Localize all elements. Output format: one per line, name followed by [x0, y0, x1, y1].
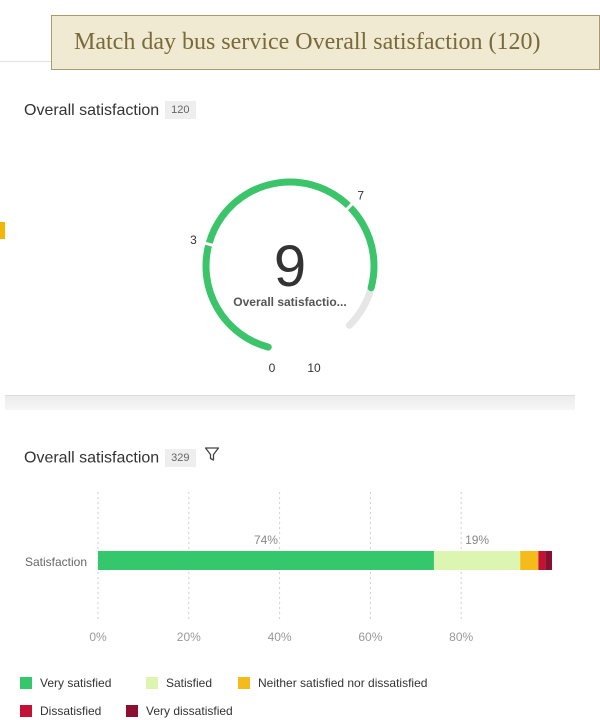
legend-swatch	[146, 677, 158, 689]
x-tick-label: 0%	[89, 630, 107, 644]
bar-segment[interactable]	[545, 551, 552, 570]
gauge-tick-label: 3	[190, 233, 197, 247]
report-title-banner: Match day bus service Overall satisfacti…	[51, 15, 600, 70]
bar-segment[interactable]	[433, 551, 521, 570]
response-count-badge: 120	[165, 101, 196, 119]
gauge-tick-label: 7	[357, 188, 364, 202]
legend-item[interactable]: Neither satisfied nor dissatisfied	[238, 676, 427, 690]
legend-swatch	[126, 705, 138, 717]
legend-label: Very dissatisfied	[146, 704, 233, 718]
bar-segment[interactable]	[538, 551, 546, 570]
gauge-tick-label: 0	[269, 361, 276, 375]
legend-label: Satisfied	[166, 676, 213, 690]
bar-segment[interactable]	[98, 551, 434, 570]
x-tick-label: 20%	[177, 630, 201, 644]
section-divider	[5, 395, 575, 410]
legend-swatch	[20, 705, 32, 717]
data-label: 19%	[465, 533, 489, 547]
filter-icon[interactable]	[204, 446, 220, 467]
x-tick-label: 80%	[449, 630, 473, 644]
gauge-tick-label: 10	[307, 361, 321, 375]
legend-item[interactable]: Dissatisfied	[20, 704, 101, 718]
banner-title: Match day bus service Overall satisfacti…	[74, 29, 541, 55]
x-tick-label: 40%	[268, 630, 292, 644]
legend-label: Neither satisfied nor dissatisfied	[258, 676, 428, 690]
gauge-track	[345, 284, 375, 329]
divider	[0, 61, 51, 62]
gauge-value: 9	[274, 234, 306, 299]
gauge-title-text: Overall satisfaction	[24, 102, 160, 120]
bar-title-text: Overall satisfaction	[24, 449, 160, 467]
satisfaction-gauge: 9 Overall satisfactio... 0 3 7 10	[190, 178, 378, 375]
legend-item[interactable]: Satisfied	[146, 676, 212, 690]
gauge-label: Overall satisfactio...	[233, 295, 346, 309]
gauge-card-title: Overall satisfaction 120	[24, 101, 196, 120]
legend-label: Very satisfied	[40, 676, 112, 690]
category-label: Satisfaction	[25, 555, 87, 569]
legend-swatch	[238, 677, 250, 689]
legend-label: Dissatisfied	[40, 704, 102, 718]
legend-item[interactable]: Very dissatisfied	[126, 704, 233, 718]
response-count-badge: 329	[165, 448, 196, 467]
side-marker	[0, 222, 5, 239]
bar-card-title: Overall satisfaction 329	[24, 446, 220, 469]
satisfaction-bar-chart: 74% 19% 0% 20% 40% 60% 80% Satisfaction	[25, 492, 552, 644]
x-tick-label: 60%	[358, 630, 382, 644]
legend-item[interactable]: Very satisfied	[20, 676, 111, 690]
bar-segment[interactable]	[520, 551, 539, 570]
data-label: 74%	[254, 533, 278, 547]
legend-swatch	[20, 677, 32, 689]
